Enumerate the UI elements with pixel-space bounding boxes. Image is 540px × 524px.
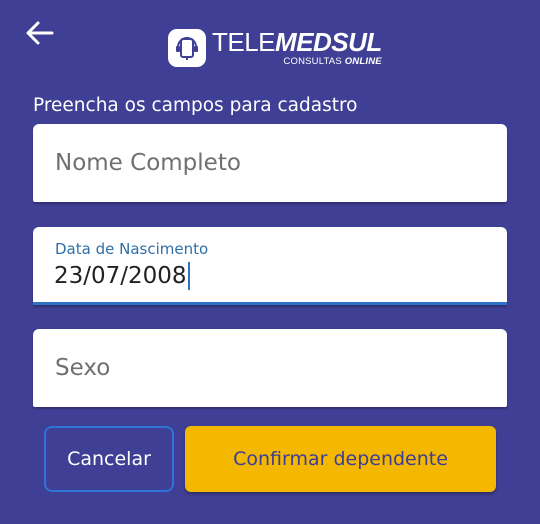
sex-field[interactable]: Sexo	[33, 329, 507, 407]
cancel-button[interactable]: Cancelar	[44, 426, 174, 492]
logo-subtitle: CONSULTAS ONLINE	[283, 56, 382, 68]
confirm-dependent-button[interactable]: Confirmar dependente	[185, 426, 496, 492]
app-logo: TELEMEDSUL CONSULTAS ONLINE	[168, 26, 382, 70]
birth-date-field[interactable]: Data de Nascimento 23/07/2008	[33, 227, 507, 305]
birth-date-value: 23/07/2008	[54, 262, 190, 290]
back-button[interactable]	[22, 18, 56, 48]
text-caret	[187, 262, 190, 290]
birth-date-label: Data de Nascimento	[55, 240, 209, 258]
sex-placeholder: Sexo	[55, 355, 111, 381]
arrow-left-icon	[26, 21, 54, 45]
full-name-field[interactable]: Nome Completo	[33, 124, 507, 202]
logo-title: TELEMEDSUL	[212, 27, 382, 58]
tablet-headset-icon	[168, 29, 206, 67]
form-instruction: Preencha os campos para cadastro	[33, 95, 358, 116]
full-name-placeholder: Nome Completo	[55, 150, 241, 176]
